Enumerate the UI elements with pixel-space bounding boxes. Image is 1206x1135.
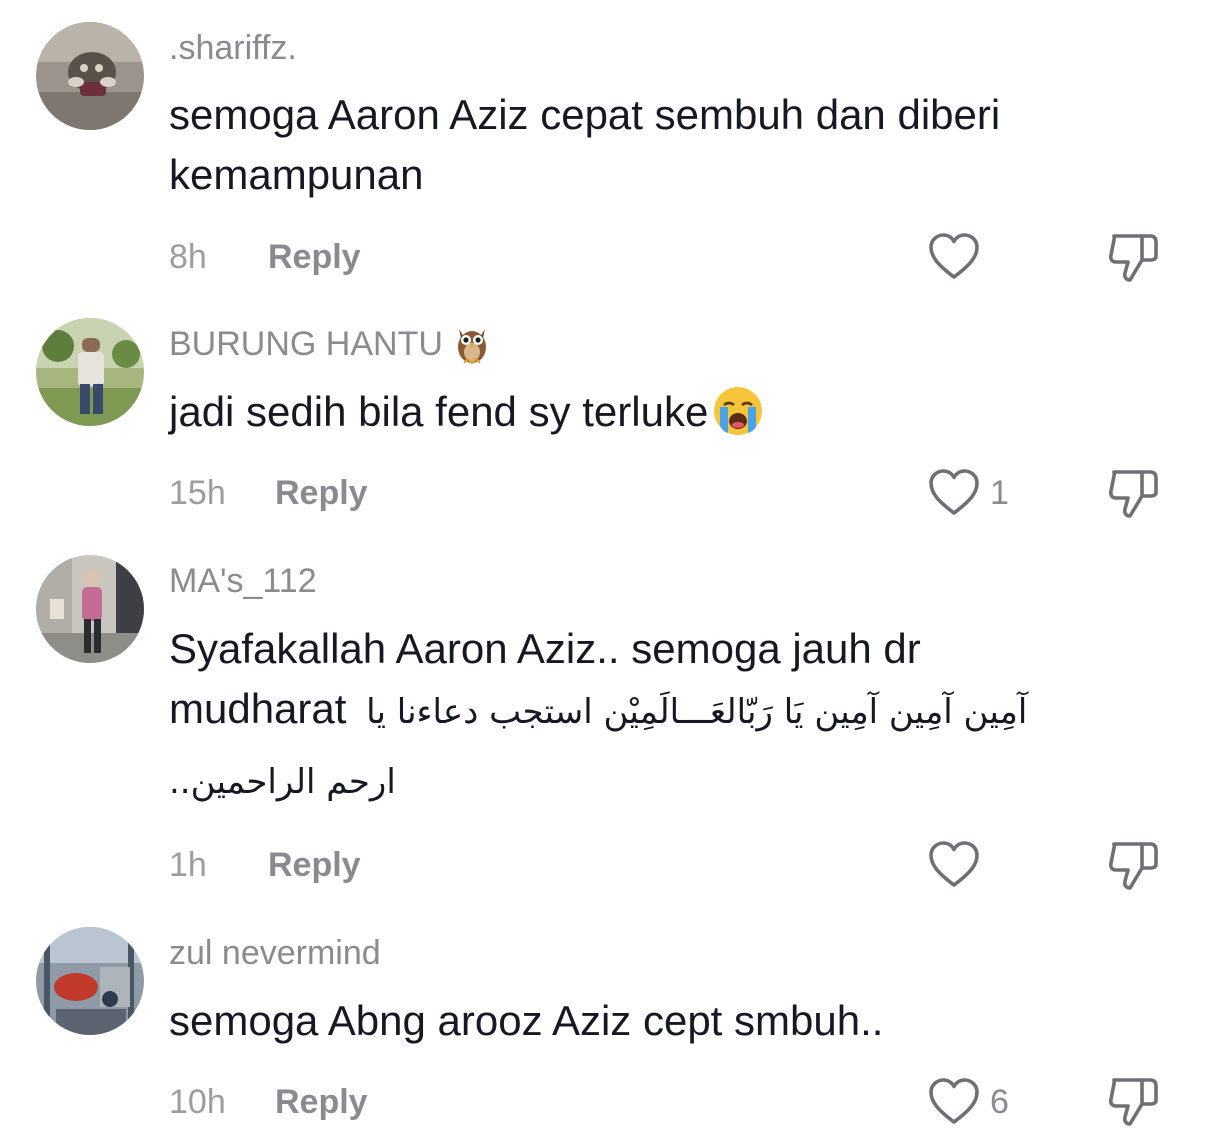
comment-text: semoga Abng arooz Aziz cept smbuh.. — [169, 991, 1129, 1051]
reply-button[interactable]: Reply — [275, 1077, 368, 1127]
thumbs-down-outline-icon — [1108, 1078, 1158, 1126]
comment-text-line: semoga Abng arooz Aziz cept smbuh.. — [169, 997, 884, 1044]
like-button[interactable]: 6 — [928, 1077, 1018, 1127]
dislike-button[interactable] — [1106, 1074, 1162, 1130]
comment-time: 10h — [169, 1083, 226, 1121]
comment-meta: 10h Reply — [169, 1077, 368, 1127]
like-count: 6 — [990, 1083, 1009, 1121]
heart-outline-icon — [929, 1078, 979, 1124]
avatar[interactable] — [36, 927, 144, 1035]
comment-username[interactable]: zul nevermind — [169, 933, 381, 973]
comment-item: zul nevermind semoga Abng arooz Aziz cep… — [0, 0, 1206, 1132]
